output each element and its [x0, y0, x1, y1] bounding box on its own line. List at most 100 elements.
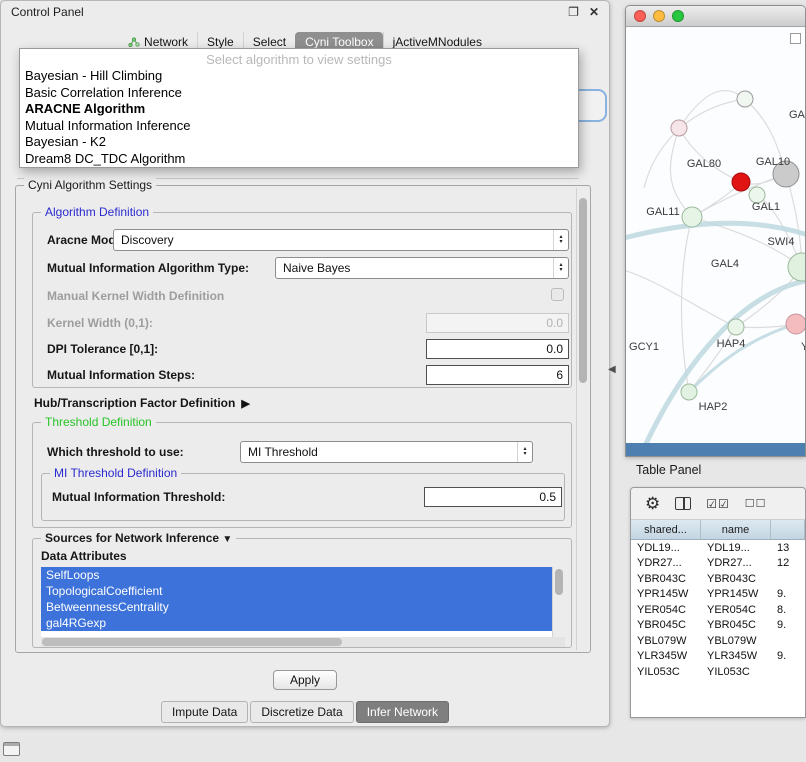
network-canvas[interactable]: GAL80 GAL10 GAL11 GAL1 SWI4 GAL4 GCY1 HA… — [626, 28, 805, 456]
list-scrollbar-track[interactable] — [552, 567, 565, 637]
checked-boxes-icon[interactable]: ☑☑ — [706, 497, 730, 511]
dropdown-item[interactable]: Bayesian - Hill Climbing — [20, 68, 578, 85]
expand-right-icon: ▶ — [241, 397, 249, 410]
unchecked-boxes-icon[interactable]: ☐☐ — [745, 497, 767, 510]
table-header: shared... name — [631, 520, 805, 540]
aracne-mode-select[interactable]: Discovery ▴ ▾ — [113, 229, 569, 251]
dropdown-item-selected[interactable]: ARACNE Algorithm — [20, 101, 578, 118]
dropdown-item[interactable]: Bayesian - K2 — [20, 134, 578, 151]
manual-kernel-label: Manual Kernel Width Definition — [47, 289, 224, 303]
mi-steps-field[interactable] — [426, 365, 569, 385]
column-header-shared[interactable]: shared... — [631, 520, 701, 539]
dpi-tolerance-field[interactable] — [426, 339, 569, 359]
list-hscrollbar-thumb[interactable] — [42, 638, 342, 646]
threshold-definition-group: Threshold Definition Which threshold to … — [32, 422, 572, 528]
which-threshold-select[interactable]: MI Threshold ▴ ▾ — [240, 441, 533, 463]
table-columns-icon[interactable] — [675, 497, 691, 510]
table-row[interactable]: YBL079W YBL079W — [631, 633, 805, 649]
settings-scrollbar-track[interactable] — [576, 188, 589, 650]
dropdown-item[interactable]: Dream8 DC_TDC Algorithm — [20, 151, 578, 168]
node-label: GCY1 — [629, 341, 659, 353]
table-row[interactable]: YER054C YER054C 8. — [631, 602, 805, 618]
which-threshold-label: Which threshold to use: — [47, 445, 184, 459]
mi-type-label: Mutual Information Algorithm Type: — [47, 261, 249, 275]
table-row[interactable]: YBR045C YBR045C 9. — [631, 618, 805, 634]
mi-threshold-field[interactable] — [424, 487, 562, 507]
node-label: GAL80 — [687, 158, 721, 170]
table-row[interactable]: YPR145W YPR145W 9. — [631, 587, 805, 603]
tab-label: Style — [207, 35, 234, 49]
cell: YLR345W — [701, 650, 771, 662]
stepper-icon: ▴ ▾ — [553, 258, 568, 278]
collapsed-panel-icon[interactable] — [3, 742, 20, 756]
down-arrow-icon: ▾ — [559, 268, 562, 273]
network-node[interactable] — [682, 207, 702, 227]
settings-scrollbar-thumb[interactable] — [579, 198, 587, 383]
close-window-icon[interactable]: ✕ — [589, 6, 599, 18]
table-row[interactable]: YDR27... YDR27... 12 — [631, 556, 805, 572]
network-graph: GAL80 GAL10 GAL11 GAL1 SWI4 GAL4 GCY1 HA… — [626, 28, 806, 446]
cell: 13 — [771, 542, 805, 554]
collapse-down-icon: ▼ — [222, 534, 232, 545]
data-attributes-label: Data Attributes — [41, 549, 127, 563]
list-hscrollbar-track[interactable] — [41, 637, 565, 647]
table-row[interactable]: YDL19... YDL19... 13 — [631, 540, 805, 556]
close-traffic-light[interactable] — [634, 10, 646, 22]
column-header-extra[interactable] — [771, 520, 805, 539]
network-node[interactable] — [681, 384, 697, 400]
dropdown-item[interactable]: Basic Correlation Inference — [20, 85, 578, 102]
tab-label: Cyni Toolbox — [305, 35, 373, 49]
cell: 12 — [771, 557, 805, 569]
network-node[interactable] — [671, 120, 687, 136]
network-frame-bar — [626, 443, 805, 456]
cell: YLR345W — [631, 650, 701, 662]
mi-type-select[interactable]: Naive Bayes ▴ ▾ — [275, 257, 569, 279]
zoom-traffic-light[interactable] — [672, 10, 684, 22]
mi-threshold-label: Mutual Information Threshold: — [52, 490, 225, 504]
network-icon — [128, 36, 140, 48]
selected-value: Discovery — [114, 233, 553, 247]
network-medium-edge — [689, 324, 796, 392]
cell: YBR045C — [631, 619, 701, 631]
list-item[interactable]: BetweennessCentrality — [41, 599, 552, 615]
gear-icon[interactable]: ⚙ — [645, 495, 660, 512]
float-window-icon[interactable]: ❐ — [568, 6, 579, 18]
network-node[interactable] — [737, 91, 753, 107]
control-panel-window: Control Panel ❐ ✕ Network Style Select C… — [0, 0, 610, 727]
minimize-traffic-light[interactable] — [653, 10, 665, 22]
network-node[interactable] — [788, 253, 806, 281]
list-item[interactable]: gal4RGexp — [41, 615, 552, 631]
network-view-window: GAL80 GAL10 GAL11 GAL1 SWI4 GAL4 GCY1 HA… — [625, 5, 806, 457]
cell: YBR045C — [701, 619, 771, 631]
table-row[interactable]: YLR345W YLR345W 9. — [631, 649, 805, 665]
tab-impute-data[interactable]: Impute Data — [161, 701, 248, 723]
list-item[interactable]: SelfLoops — [41, 567, 552, 583]
column-header-name[interactable]: name — [701, 520, 771, 539]
tab-label: Select — [253, 35, 286, 49]
cyni-settings-group: Cyni Algorithm Settings Algorithm Defini… — [15, 185, 591, 653]
tab-discretize-data[interactable]: Discretize Data — [250, 701, 353, 723]
node-label: SWI4 — [768, 236, 795, 248]
sources-group-title[interactable]: Sources for Network Inference ▼ — [41, 531, 236, 545]
splitter-collapse-icon[interactable]: ◀ — [608, 364, 616, 375]
list-item[interactable]: TopologicalCoefficient — [41, 583, 552, 599]
apply-button[interactable]: Apply — [273, 670, 337, 690]
node-label: GAL11 — [646, 206, 679, 218]
window-title: Control Panel — [11, 5, 84, 19]
down-arrow-icon: ▾ — [559, 240, 562, 245]
stepper-icon: ▴ ▾ — [517, 442, 532, 462]
list-scrollbar-thumb[interactable] — [555, 569, 563, 595]
network-node-red[interactable] — [732, 173, 750, 191]
cell: YBL079W — [631, 635, 701, 647]
algorithm-dropdown-popup: Select algorithm to view settings Bayesi… — [19, 48, 579, 168]
dropdown-item[interactable]: Mutual Information Inference — [20, 118, 578, 135]
table-row[interactable]: YBR043C YBR043C — [631, 571, 805, 587]
dpi-tolerance-label: DPI Tolerance [0,1]: — [47, 342, 158, 356]
birdseye-toggle[interactable] — [790, 33, 801, 44]
table-row[interactable]: YIL053C YIL053C — [631, 664, 805, 680]
hub-definition-expander[interactable]: Hub/Transcription Factor Definition ▶ — [34, 396, 250, 410]
cell: 9. — [771, 588, 805, 600]
network-node[interactable] — [728, 319, 744, 335]
network-node-pink[interactable] — [786, 314, 806, 334]
tab-infer-network[interactable]: Infer Network — [356, 701, 449, 723]
